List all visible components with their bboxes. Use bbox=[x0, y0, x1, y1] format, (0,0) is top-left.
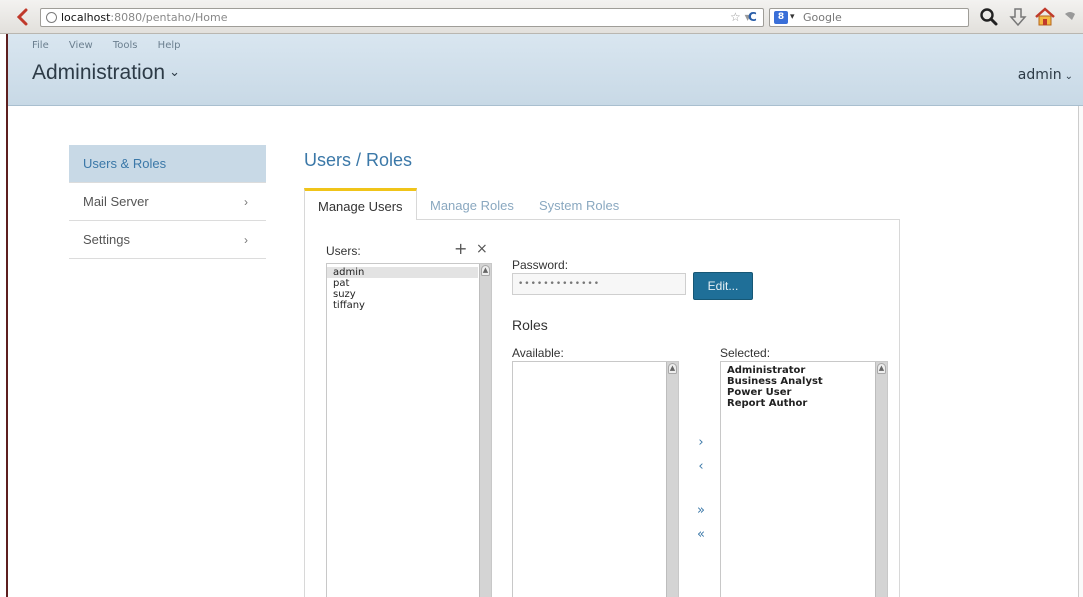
chevron-down-icon: ⌄ bbox=[169, 64, 180, 79]
edit-password-button[interactable]: Edit... bbox=[693, 272, 753, 300]
perspective-label: Administration bbox=[32, 61, 166, 84]
back-arrow-icon[interactable] bbox=[14, 8, 32, 26]
menu-view[interactable]: View bbox=[69, 40, 93, 51]
page-scrollbar[interactable] bbox=[1078, 106, 1083, 597]
list-item[interactable]: Business Analyst bbox=[721, 376, 887, 387]
add-role-button[interactable]: › bbox=[694, 435, 708, 450]
delete-user-button[interactable]: × bbox=[476, 241, 488, 257]
tab-system-roles[interactable]: System Roles bbox=[539, 188, 619, 219]
download-icon[interactable] bbox=[1007, 6, 1029, 28]
add-user-button[interactable]: + bbox=[454, 241, 467, 257]
selected-roles-list[interactable]: Administrator Business Analyst Power Use… bbox=[720, 361, 888, 597]
password-label: Password: bbox=[512, 258, 569, 272]
url-bar[interactable]: localhost:8080/pentaho/Home ☆ ▾ C bbox=[40, 8, 764, 27]
menu-file[interactable]: File bbox=[32, 40, 49, 51]
chevron-down-icon: ⌄ bbox=[1064, 71, 1073, 82]
add-all-roles-button[interactable]: » bbox=[694, 503, 708, 518]
chevron-right-icon: › bbox=[244, 233, 248, 247]
sidebar-item-label: Users & Roles bbox=[83, 156, 167, 171]
home-icon[interactable] bbox=[1034, 6, 1056, 28]
magnifier-icon[interactable] bbox=[978, 6, 1000, 28]
list-item[interactable]: Report Author bbox=[721, 398, 887, 409]
sidebar-item-settings[interactable]: Settings › bbox=[69, 221, 266, 259]
available-roles-label: Available: bbox=[512, 346, 564, 360]
menu-help[interactable]: Help bbox=[158, 40, 181, 51]
scroll-up-icon[interactable]: ▲ bbox=[877, 363, 886, 374]
sidebar-item-label: Mail Server bbox=[83, 194, 149, 209]
page-title: Users / Roles bbox=[304, 150, 413, 170]
search-engine-icon[interactable]: 8 bbox=[774, 11, 788, 24]
scroll-up-icon[interactable]: ▲ bbox=[668, 363, 677, 374]
list-item[interactable]: pat bbox=[327, 278, 491, 289]
app-header: File View Tools Help Administration ⌄ adm… bbox=[8, 34, 1083, 106]
list-item[interactable]: Power User bbox=[721, 387, 887, 398]
available-roles-list[interactable]: ▲ bbox=[512, 361, 679, 597]
search-placeholder: Google bbox=[803, 11, 842, 24]
extension-icon[interactable] bbox=[1062, 6, 1080, 28]
user-name: admin bbox=[1017, 67, 1062, 83]
chevron-down-icon[interactable]: ▾ bbox=[790, 12, 795, 22]
list-item[interactable]: suzy bbox=[327, 289, 491, 300]
sidebar-item-users-roles[interactable]: Users & Roles bbox=[69, 145, 266, 183]
selected-scrollbar[interactable]: ▲ bbox=[875, 362, 887, 597]
perspective-switcher[interactable]: Administration ⌄ bbox=[32, 61, 180, 85]
reload-icon[interactable]: C bbox=[748, 10, 757, 24]
window-border bbox=[0, 34, 8, 597]
available-scrollbar[interactable]: ▲ bbox=[666, 362, 678, 597]
sidebar-item-label: Settings bbox=[83, 232, 130, 247]
menu-bar: File View Tools Help bbox=[32, 40, 197, 51]
scroll-up-icon[interactable]: ▲ bbox=[481, 265, 490, 276]
password-field[interactable]: ••••••••••••• bbox=[512, 273, 686, 295]
globe-icon bbox=[46, 12, 57, 23]
users-label: Users: bbox=[326, 244, 361, 258]
user-menu[interactable]: admin ⌄ bbox=[1018, 67, 1073, 83]
selected-roles-label: Selected: bbox=[720, 346, 771, 360]
chevron-right-icon: › bbox=[244, 195, 248, 209]
remove-role-button[interactable]: ‹ bbox=[694, 459, 708, 474]
users-list[interactable]: admin pat suzy tiffany ▲ bbox=[326, 263, 492, 597]
sidebar-item-mail-server[interactable]: Mail Server › bbox=[69, 183, 266, 221]
browser-toolbar: localhost:8080/pentaho/Home ☆ ▾ C 8 ▾ Go… bbox=[0, 0, 1083, 34]
list-item[interactable]: Administrator bbox=[721, 365, 887, 376]
admin-sidebar: Users & Roles Mail Server › Settings › bbox=[69, 145, 266, 259]
remove-all-roles-button[interactable]: « bbox=[694, 527, 708, 542]
menu-tools[interactable]: Tools bbox=[113, 40, 138, 51]
list-item[interactable]: tiffany bbox=[327, 300, 491, 311]
tab-manage-roles[interactable]: Manage Roles bbox=[430, 188, 514, 219]
tab-manage-users[interactable]: Manage Users bbox=[304, 188, 417, 220]
list-item[interactable]: admin bbox=[327, 267, 478, 278]
users-scrollbar[interactable]: ▲ bbox=[479, 264, 491, 597]
search-bar[interactable]: 8 ▾ Google bbox=[769, 8, 969, 27]
roles-heading: Roles bbox=[512, 317, 548, 333]
url-text: localhost:8080/pentaho/Home bbox=[61, 11, 228, 24]
